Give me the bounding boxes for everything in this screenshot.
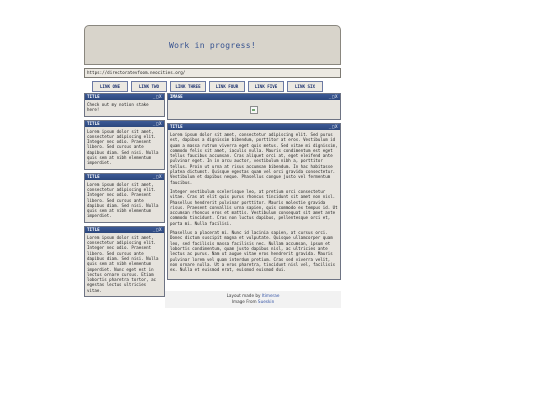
nav-bar: LINK ONE LINK TWO LINK THREE LINK FOUR L… [84, 81, 341, 92]
window-controls-icon[interactable]: _□X [329, 94, 340, 100]
sidebar-panel: TITLE _□X Lorem ipsum dolor sit amet, co… [84, 172, 165, 223]
sidebar-panel: TITLE _□X Lorem ipsum dolor sit amet, co… [84, 225, 165, 298]
left-sidebar: TITLE _□X Check out my notion stake here… [84, 93, 165, 298]
nav-link-two[interactable]: LINK TWO [131, 81, 167, 92]
panel-title: IMAGE [170, 94, 183, 99]
window-controls-icon[interactable]: _□X [153, 227, 164, 233]
panel-title: TITLE [87, 173, 100, 179]
window-controls-icon[interactable]: _□X [329, 124, 340, 130]
paragraph: Lorem ipsum dolor sit amet, consectetur … [170, 132, 338, 185]
footer-text: Image From [231, 298, 258, 304]
panel-body: Lorem ipsum dolor sit amet, consectetur … [87, 181, 159, 219]
image-area [168, 100, 340, 119]
nav-link-one[interactable]: LINK ONE [92, 81, 128, 92]
window-controls-icon[interactable]: _□X [153, 174, 164, 180]
main-panel: TITLE _□X Lorem ipsum dolor sit amet, co… [167, 123, 341, 281]
url-bar[interactable]: https://directoratevfoom.neocities.org/ [84, 68, 341, 78]
panel-title: TITLE [170, 124, 183, 129]
panel-body: Lorem ipsum dolor sit amet, consectetur … [87, 128, 159, 166]
window-controls-icon[interactable]: _□X [153, 94, 164, 100]
paragraph: Phasellus a placerat mi. Nunc id lacinia… [170, 230, 336, 273]
paragraph: Integer vestibulum scelerisque leo, at p… [170, 188, 338, 226]
site-header: Work in progress! [84, 25, 341, 65]
panel-body: Lorem ipsum dolor sit amet, consectetur … [168, 130, 340, 279]
sidebar-panel: TITLE _□X Check out my notion stake here… [84, 93, 165, 117]
panel-body: Check out my notion stake here! [87, 102, 149, 113]
page-title: Work in progress! [169, 40, 256, 50]
image-panel: IMAGE _□X [167, 93, 341, 120]
sidebar-panel: TITLE _□X Lorem ipsum dolor sit amet, co… [84, 119, 165, 170]
nav-link-six[interactable]: LINK SIX [287, 81, 323, 92]
footer-text: Layout made by [226, 293, 262, 298]
panel-title: TITLE [87, 120, 100, 126]
panel-body: Lorem ipsum dolor sit amet, consectetur … [87, 234, 159, 293]
panel-title: TITLE [87, 94, 100, 99]
footer-credit-image: Image From Sueskin [165, 299, 341, 305]
footer-link-author[interactable]: Itimerae [262, 293, 280, 298]
nav-link-three[interactable]: LINK THREE [170, 81, 206, 92]
broken-image-icon [250, 105, 258, 114]
window-controls-icon[interactable]: _□X [153, 121, 164, 127]
footer-link-image[interactable]: Sueskin [258, 299, 274, 304]
nav-link-four[interactable]: LINK FOUR [209, 81, 245, 92]
main-column: IMAGE _□X TITLE _□X Lorem ipsum dolor si… [167, 93, 341, 297]
page-container: Work in progress! https://directoratevfo… [84, 25, 341, 298]
panel-title: TITLE [87, 226, 100, 232]
footer: Layout made by Itimerae Image From Suesk… [165, 291, 341, 308]
nav-link-five[interactable]: LINK FIVE [248, 81, 284, 92]
